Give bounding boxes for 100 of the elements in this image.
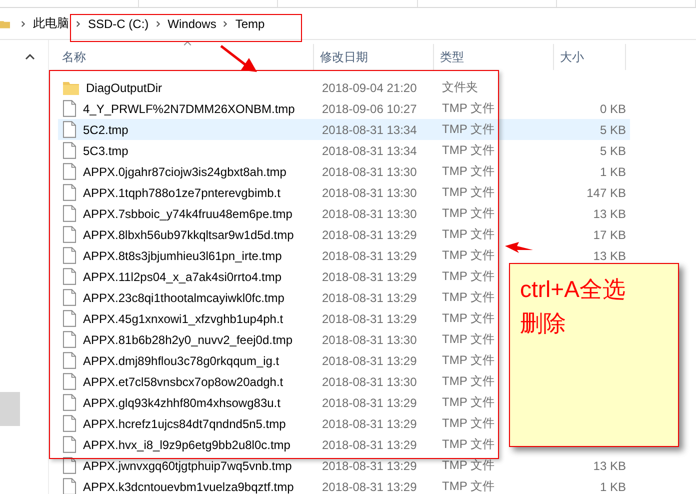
file-icon <box>63 163 76 180</box>
file-size: 5 KB <box>600 144 626 158</box>
modified-date: 2018-08-31 13:29 <box>322 480 417 494</box>
file-icon <box>63 100 76 117</box>
file-icon <box>63 247 76 264</box>
file-type: TMP 文件 <box>442 311 494 325</box>
modified-date: 2018-08-31 13:29 <box>322 290 417 304</box>
file-type: TMP 文件 <box>442 395 494 409</box>
file-size: 1 KB <box>600 480 626 494</box>
file-icon <box>63 205 76 222</box>
file-type: TMP 文件 <box>442 164 494 178</box>
file-icon <box>63 184 76 201</box>
file-icon <box>63 289 76 306</box>
breadcrumb-item[interactable]: 此电脑 <box>33 15 69 32</box>
file-icon <box>63 121 76 138</box>
modified-date: 2018-08-31 13:29 <box>322 354 417 368</box>
file-name: APPX.k3dcntouevbm1vuelza9bqztf.tmp <box>83 480 294 494</box>
file-type: TMP 文件 <box>442 290 494 304</box>
file-size: 0 KB <box>600 102 626 116</box>
file-name: APPX.45g1xnxowi1_xfzvghb1up4ph.t <box>83 312 284 326</box>
file-type: TMP 文件 <box>442 122 494 136</box>
file-type: TMP 文件 <box>442 332 494 346</box>
modified-date: 2018-08-31 13:29 <box>322 438 417 452</box>
file-icon <box>63 394 76 411</box>
file-icon <box>63 226 76 243</box>
file-name: APPX.dmj89hflou3c78g0rkqqum_ig.t <box>83 354 280 368</box>
file-type: TMP 文件 <box>442 479 494 493</box>
file-type: TMP 文件 <box>442 458 494 472</box>
chevron-icon <box>76 20 81 28</box>
modified-date: 2018-08-31 13:34 <box>322 144 417 158</box>
file-size: 13 KB <box>593 206 626 220</box>
file-name: APPX.jwnvxgq60tjgtphuip7wq5vnb.tmp <box>83 458 292 472</box>
file-name: APPX.81b6b28h2y0_nuvv2_feej0d.tmp <box>83 332 292 346</box>
note-text: ctrl+A全选 <box>520 275 626 304</box>
breadcrumb-item[interactable]: SSD-C (C:) <box>88 16 149 30</box>
column-header[interactable]: 类型 <box>440 48 464 66</box>
file-type: TMP 文件 <box>442 353 494 367</box>
file-icon <box>63 142 76 159</box>
modified-date: 2018-08-31 13:29 <box>322 248 417 262</box>
file-icon <box>63 436 76 453</box>
modified-date: 2018-08-31 13:29 <box>322 458 417 472</box>
chevron-icon <box>156 20 161 28</box>
sort-caret-icon <box>183 41 192 46</box>
modified-date: 2018-08-31 13:30 <box>322 206 417 220</box>
modified-date: 2018-08-31 13:29 <box>322 270 417 284</box>
file-type: TMP 文件 <box>442 206 494 220</box>
file-size: 5 KB <box>600 122 626 136</box>
modified-date: 2018-08-31 13:29 <box>322 228 417 242</box>
scroll-up-icon[interactable] <box>25 54 35 60</box>
file-name: APPX.8lbxh56ub97kkqltsar9w1d5d.tmp <box>83 228 294 242</box>
annotation-arrow <box>219 44 259 74</box>
file-row[interactable]: 5C2.tmp 2018-08-31 13:34 TMP 文件 5 KB <box>58 119 630 140</box>
file-name: 5C3.tmp <box>83 144 128 158</box>
file-name: APPX.glq93k4zhhf80m4xhsowg83u.t <box>83 396 280 410</box>
file-type: TMP 文件 <box>442 416 494 430</box>
file-type: TMP 文件 <box>442 143 494 157</box>
file-name: APPX.7sbboic_y74k4fruu48em6pe.tmp <box>83 206 292 220</box>
modified-date: 2018-08-31 13:30 <box>322 186 417 200</box>
modified-date: 2018-08-31 13:29 <box>322 312 417 326</box>
scrollbar-thumb[interactable] <box>0 392 20 426</box>
modified-date: 2018-08-31 13:30 <box>322 374 417 388</box>
file-name: APPX.hcrefz1ujcs84dt7qndnd5n5.tmp <box>83 416 286 430</box>
column-header[interactable]: 大小 <box>560 48 584 66</box>
file-icon <box>63 331 76 348</box>
file-type: TMP 文件 <box>442 437 494 451</box>
modified-date: 2018-09-04 21:20 <box>322 80 417 94</box>
file-size: 13 KB <box>593 458 626 472</box>
breadcrumb-item[interactable]: Temp <box>235 16 265 30</box>
file-icon <box>63 352 76 369</box>
breadcrumb-item[interactable]: Windows <box>168 16 216 30</box>
file-icon <box>63 457 76 474</box>
file-type: TMP 文件 <box>442 374 494 388</box>
note-text: 删除 <box>520 309 567 338</box>
file-name: APPX.et7cl58vnsbcx7op8ow20adgh.t <box>83 374 284 388</box>
file-name: DiagOutputDir <box>86 80 162 94</box>
file-icon <box>63 373 76 390</box>
file-name: APPX.23c8qi1thootalmcayiwkl0fc.tmp <box>83 290 284 304</box>
file-name: APPX.0jgahr87ciojw3is24gbxt8ah.tmp <box>83 164 286 178</box>
modified-date: 2018-08-31 13:30 <box>322 332 417 346</box>
file-type: TMP 文件 <box>442 269 494 283</box>
file-icon <box>63 310 76 327</box>
file-type: 文件夹 <box>442 80 478 94</box>
file-size: 147 KB <box>586 186 626 200</box>
column-header[interactable]: 修改日期 <box>320 48 368 66</box>
annotation-arrow <box>505 242 535 254</box>
file-size: 13 KB <box>593 248 626 262</box>
file-type: TMP 文件 <box>442 248 494 262</box>
file-name: 5C2.tmp <box>83 122 128 136</box>
file-type: TMP 文件 <box>442 185 494 199</box>
modified-date: 2018-09-06 10:27 <box>322 102 417 116</box>
modified-date: 2018-08-31 13:29 <box>322 396 417 410</box>
modified-date: 2018-08-31 13:29 <box>322 416 417 430</box>
modified-date: 2018-08-31 13:30 <box>322 164 417 178</box>
file-icon <box>63 415 76 432</box>
file-name: 4_Y_PRWLF%2N7DMM26XONBM.tmp <box>83 102 295 116</box>
file-type: TMP 文件 <box>442 227 494 241</box>
file-icon <box>63 268 76 285</box>
column-header[interactable]: 名称 <box>62 48 86 66</box>
file-size: 17 KB <box>593 228 626 242</box>
file-size: 1 KB <box>600 164 626 178</box>
